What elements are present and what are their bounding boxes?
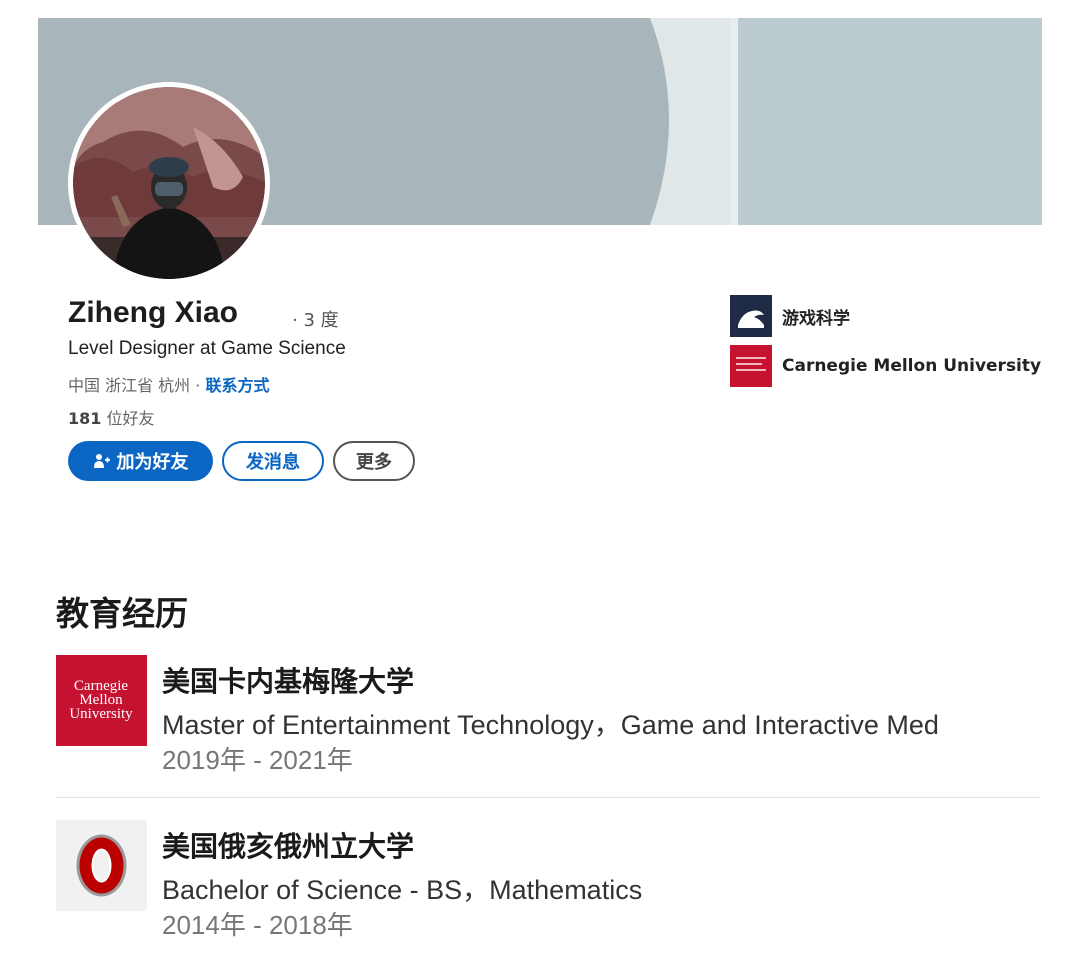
education-school[interactable]: 美国俄亥俄州立大学 xyxy=(162,825,414,865)
education-degree: Master of Entertainment Technology，Game … xyxy=(162,710,939,740)
cmu-logo-line-3: University xyxy=(69,706,133,722)
cmu-logo-icon[interactable]: Carnegie Mellon University xyxy=(56,655,147,746)
profile-page: Ziheng Xiao · 3 度 Level Designer at Game… xyxy=(0,0,1080,967)
education-dates: 2019年 - 2021年 xyxy=(162,745,353,775)
education-list: Carnegie Mellon University 美国卡内基梅隆大学 Mas… xyxy=(0,0,1040,967)
education-dates: 2014年 - 2018年 xyxy=(162,910,353,940)
education-school[interactable]: 美国卡内基梅隆大学 xyxy=(162,660,414,700)
education-divider xyxy=(56,797,1040,798)
ohio-state-logo-icon[interactable] xyxy=(56,820,147,911)
education-degree: Bachelor of Science - BS，Mathematics xyxy=(162,875,643,905)
